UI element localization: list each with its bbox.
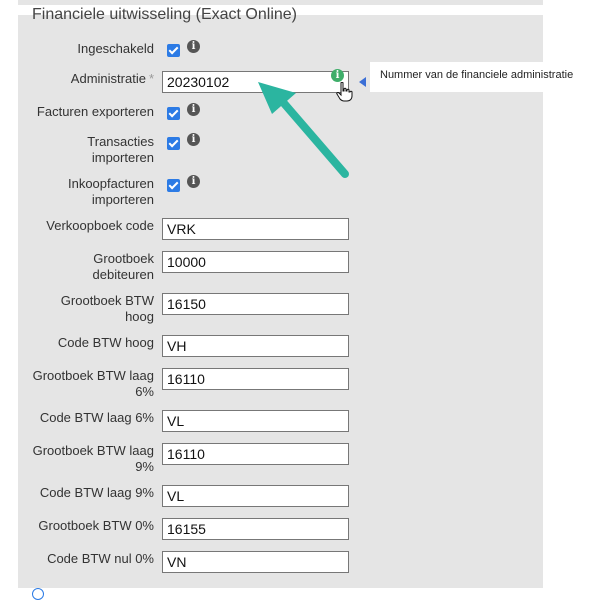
code-btw-laag-9-input[interactable] — [162, 485, 349, 507]
info-circle-icon[interactable] — [32, 588, 44, 600]
info-icon[interactable]: i — [331, 69, 344, 82]
administratie-input[interactable] — [162, 71, 349, 93]
label-grootboek-btw-hoog: Grootboek BTW hoog — [18, 293, 154, 325]
label-grootboek-debiteuren: Grootboek debiteuren — [18, 251, 154, 283]
label-line: Transacties — [87, 134, 154, 149]
label-line: Grootboek — [93, 251, 154, 266]
previous-section-strip — [18, 0, 543, 5]
verkoopboek-code-input[interactable] — [162, 218, 349, 240]
label-code-btw-laag-9: Code BTW laag 9% — [39, 485, 154, 500]
info-icon[interactable]: i — [187, 175, 200, 188]
code-btw-laag-6-input[interactable] — [162, 410, 349, 432]
help-tooltip: Nummer van de financiele administratie — [370, 62, 595, 92]
label-code-btw-hoog: Code BTW hoog — [57, 335, 154, 350]
label-line: Grootboek BTW laag — [32, 443, 154, 458]
info-icon[interactable]: i — [187, 103, 200, 116]
label-line: 6% — [135, 384, 154, 399]
label-transacties-importeren: Transacties importeren — [18, 134, 154, 166]
label-administratie: Administratie * — [70, 71, 154, 86]
label-line: Grootboek BTW laag — [32, 368, 154, 383]
info-icon[interactable]: i — [187, 40, 200, 53]
info-icon[interactable]: i — [187, 133, 200, 146]
grootboek-btw-laag-9-input[interactable] — [162, 443, 349, 465]
label-verkoopboek-code: Verkoopboek code — [46, 218, 154, 233]
label-facturen-exporteren: Facturen exporteren — [36, 104, 154, 119]
label-line: importeren — [91, 150, 154, 165]
hand-pointer-icon — [336, 82, 353, 102]
label-line: hoog — [125, 309, 154, 324]
grootboek-btw-0-input[interactable] — [162, 518, 349, 540]
label-ingeschakeld: Ingeschakeld — [77, 41, 154, 56]
label-code-btw-laag-6: Code BTW laag 6% — [39, 410, 154, 425]
label-grootboek-btw-laag-9: Grootboek BTW laag 9% — [18, 443, 154, 475]
code-btw-hoog-input[interactable] — [162, 335, 349, 357]
grootboek-btw-hoog-input[interactable] — [162, 293, 349, 315]
required-mark: * — [148, 71, 154, 86]
label-grootboek-btw-0: Grootboek BTW 0% — [38, 518, 154, 533]
label-grootboek-btw-laag-6: Grootboek BTW laag 6% — [18, 368, 154, 400]
checkbox-transacties-importeren[interactable] — [167, 137, 180, 150]
checkbox-ingeschakeld[interactable] — [167, 44, 180, 57]
section-title: Financiele uitwisseling (Exact Online) — [32, 6, 297, 23]
label-line: importeren — [91, 192, 154, 207]
grootboek-debiteuren-input[interactable] — [162, 251, 349, 273]
label-inkoopfacturen-importeren: Inkoopfacturen importeren — [18, 176, 154, 208]
label-line: Grootboek BTW — [60, 293, 154, 308]
label-line: debiteuren — [92, 267, 154, 282]
label-line: 9% — [135, 459, 154, 474]
grootboek-btw-laag-6-input[interactable] — [162, 368, 349, 390]
label-line: Inkoopfacturen — [67, 176, 154, 191]
label-code-btw-nul-0: Code BTW nul 0% — [47, 551, 154, 566]
tooltip-pointer — [359, 77, 366, 87]
code-btw-nul-0-input[interactable] — [162, 551, 349, 573]
checkbox-facturen-exporteren[interactable] — [167, 107, 180, 120]
checkbox-inkoopfacturen-importeren[interactable] — [167, 179, 180, 192]
